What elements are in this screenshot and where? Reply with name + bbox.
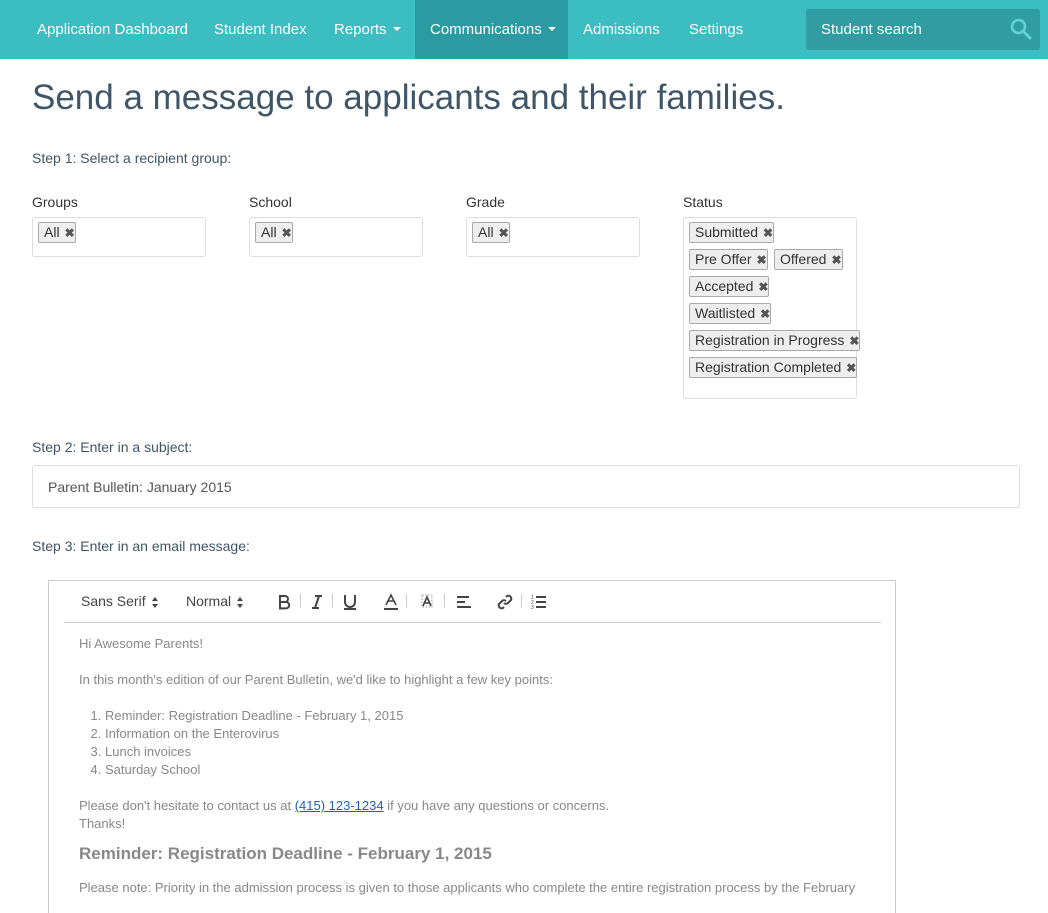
tag-status-registration-completed: Registration Completed ✖ <box>689 357 858 378</box>
status-label: Status <box>683 194 723 210</box>
nav-admissions[interactable]: Admissions <box>583 0 660 59</box>
caret-down-icon <box>392 27 401 32</box>
toolbar-divider <box>332 594 333 608</box>
school-multiselect[interactable]: All ✖ <box>249 217 423 257</box>
page-title: Send a message to applicants and their f… <box>32 78 785 117</box>
key-points-list: Reminder: Registration Deadline - Februa… <box>105 707 879 779</box>
search-icon[interactable] <box>1010 18 1032 40</box>
intro-text: In this month's edition of our Parent Bu… <box>79 672 553 687</box>
tag-status-waitlisted: Waitlisted ✖ <box>689 303 772 324</box>
grade-multiselect[interactable]: All ✖ <box>466 217 640 257</box>
font-family-select[interactable]: Sans Serif <box>81 593 159 611</box>
italic-icon[interactable] <box>309 593 325 611</box>
font-size-select[interactable]: Normal <box>186 593 244 611</box>
toolbar-divider <box>444 594 445 608</box>
tag-status-registration-in-progress: Registration in Progress ✖ <box>689 330 861 351</box>
nav-settings[interactable]: Settings <box>689 0 743 59</box>
top-navbar: Application Dashboard Student Index Repo… <box>0 0 1048 59</box>
remove-tag-icon[interactable]: ✖ <box>831 251 841 270</box>
step2-label: Step 2: Enter in a subject: <box>32 439 193 455</box>
editor-toolbar: Sans Serif Normal 1 2 3 <box>64 581 881 623</box>
text-color-icon[interactable] <box>383 593 399 611</box>
toolbar-divider <box>300 594 301 608</box>
bold-icon[interactable] <box>276 593 292 611</box>
remove-tag-icon[interactable]: ✖ <box>758 278 768 297</box>
student-search-box <box>806 9 1040 50</box>
tag-school-all: All ✖ <box>255 222 293 243</box>
remove-tag-icon[interactable]: ✖ <box>499 224 509 243</box>
section-heading: Reminder: Registration Deadline - Februa… <box>79 844 492 863</box>
student-search-input[interactable] <box>806 9 1006 50</box>
tag-status-accepted: Accepted ✖ <box>689 276 770 297</box>
groups-multiselect[interactable]: All ✖ <box>32 217 206 257</box>
nav-student-index[interactable]: Student Index <box>214 0 307 59</box>
contact-text: Please don't hesitate to contact us at (… <box>79 798 610 813</box>
select-arrows-icon <box>151 596 159 608</box>
email-message-editor[interactable]: Sans Serif Normal 1 2 3 Hi Awesome Paren… <box>48 580 896 913</box>
remove-tag-icon[interactable]: ✖ <box>763 224 773 243</box>
toolbar-divider <box>521 594 522 608</box>
editor-content[interactable]: Hi Awesome Parents! In this month's edit… <box>79 635 879 897</box>
grade-label: Grade <box>466 194 505 210</box>
step3-label: Step 3: Enter in an email message: <box>32 538 250 554</box>
underline-icon[interactable] <box>342 593 358 611</box>
remove-tag-icon[interactable]: ✖ <box>757 251 767 270</box>
toolbar-divider <box>406 594 407 608</box>
remove-tag-icon[interactable]: ✖ <box>846 359 856 378</box>
list-item: Information on the Enterovirus <box>105 725 879 743</box>
list-item: Reminder: Registration Deadline - Februa… <box>105 707 879 725</box>
remove-tag-icon[interactable]: ✖ <box>282 224 292 243</box>
status-multiselect[interactable]: Submitted ✖ Pre Offer ✖ Offered ✖ Accepted ✖… <box>683 217 861 399</box>
tag-status-submitted: Submitted ✖ <box>689 222 775 243</box>
tag-grade-all: All ✖ <box>472 222 510 243</box>
list-item: Lunch invoices <box>105 743 879 761</box>
subject-input[interactable] <box>32 465 1020 508</box>
link-icon[interactable] <box>497 593 513 611</box>
groups-label: Groups <box>32 194 78 210</box>
tag-status-pre-offer: Pre Offer ✖ <box>689 249 768 270</box>
tag-status-offered: Offered ✖ <box>774 249 843 270</box>
phone-link[interactable]: (415) 123-1234 <box>295 798 384 813</box>
tag-groups-all: All ✖ <box>38 222 76 243</box>
list-item: Saturday School <box>105 761 879 779</box>
ordered-list-icon[interactable]: 1 2 3 <box>531 593 547 611</box>
remove-tag-icon[interactable]: ✖ <box>760 305 770 324</box>
align-icon[interactable] <box>456 593 472 611</box>
caret-down-icon <box>547 27 556 32</box>
remove-tag-icon[interactable]: ✖ <box>849 332 859 351</box>
greeting-text: Hi Awesome Parents! <box>79 636 204 651</box>
section-text: Please note: Priority in the admission p… <box>79 880 856 895</box>
remove-tag-icon[interactable]: ✖ <box>65 224 75 243</box>
background-color-icon[interactable] <box>419 593 435 611</box>
nav-communications-dropdown[interactable]: Communications <box>415 0 568 59</box>
select-arrows-icon <box>237 596 244 608</box>
school-label: School <box>249 194 292 210</box>
thanks-text: Thanks! <box>79 816 126 831</box>
nav-reports-dropdown[interactable]: Reports <box>334 0 401 59</box>
nav-application-dashboard[interactable]: Application Dashboard <box>37 0 188 59</box>
step1-label: Step 1: Select a recipient group: <box>32 150 232 166</box>
svg-text:3: 3 <box>531 605 534 611</box>
